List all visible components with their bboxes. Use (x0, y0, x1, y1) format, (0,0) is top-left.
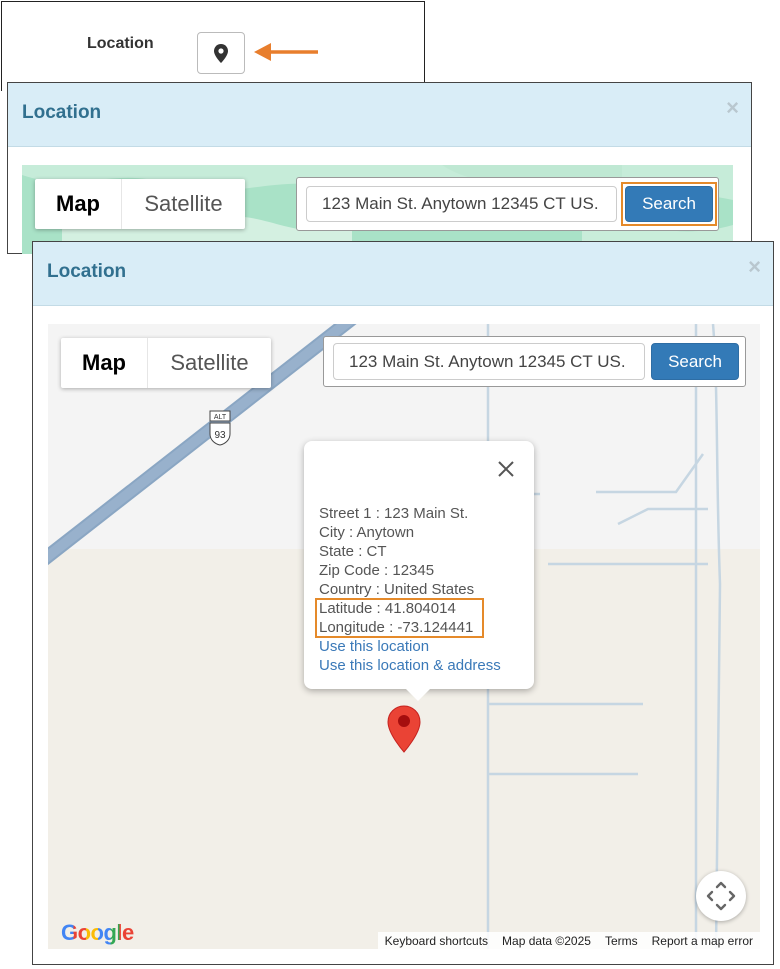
location-field-label: Location (87, 35, 154, 52)
map-marker-icon[interactable] (387, 705, 421, 753)
popup-address-details: Street 1 : 123 Main St. City : Anytown S… (319, 504, 501, 675)
move-arrows-icon (706, 881, 736, 911)
dialog-header: Location × (8, 83, 751, 147)
dialog-close-button[interactable]: × (748, 256, 761, 278)
map-attribution-bar: Keyboard shortcuts Map data ©2025 Terms … (377, 932, 760, 949)
search-button[interactable]: Search (625, 186, 713, 222)
popup-close-icon[interactable] (497, 460, 515, 478)
dialog-title: Location (47, 261, 127, 282)
route-shield-number: 93 (214, 430, 226, 441)
dialog-header: Location × (33, 242, 773, 306)
address-info-popup: Street 1 : 123 Main St. City : Anytown S… (304, 441, 534, 701)
callout-arrow-icon (254, 43, 318, 61)
terms-link[interactable]: Terms (598, 932, 645, 949)
map-type-satellite[interactable]: Satellite (122, 179, 245, 229)
report-map-error-link[interactable]: Report a map error (645, 932, 760, 949)
popup-state: State : CT (319, 543, 387, 560)
map-type-satellite[interactable]: Satellite (148, 338, 271, 388)
google-logo-text: Google (61, 920, 134, 945)
lat-long-highlight-box (315, 598, 484, 638)
use-location-address-link[interactable]: Use this location & address (319, 656, 501, 675)
location-field-panel: Location (1, 1, 425, 91)
map-type-control: Map Satellite (35, 179, 245, 229)
popup-city: City : Anytown (319, 524, 415, 541)
map-pan-control[interactable] (696, 871, 746, 921)
location-picker-button[interactable] (197, 32, 245, 74)
popup-street: Street 1 : 123 Main St. (319, 505, 469, 522)
address-search-input[interactable]: 123 Main St. Anytown 12345 CT US. (306, 186, 617, 222)
map-type-map[interactable]: Map (61, 338, 148, 388)
popup-zip: Zip Code : 12345 (319, 562, 435, 579)
popup-tail (404, 687, 432, 701)
route-shield-alt: ALT (214, 414, 227, 421)
map-pin-icon (214, 43, 228, 63)
dialog-title: Location (22, 102, 102, 123)
search-box: 123 Main St. Anytown 12345 CT US. Search (323, 336, 746, 387)
route-shield-icon: ALT 93 (209, 410, 231, 446)
location-dialog-main: Location × ALT 93 Map Satellite 123 Main… (32, 241, 774, 965)
popup-country: Country : United States (319, 581, 475, 598)
map-data-text: Map data ©2025 (502, 934, 591, 948)
map-type-map[interactable]: Map (35, 179, 122, 229)
search-box: 123 Main St. Anytown 12345 CT US. Search (296, 177, 719, 231)
map-canvas[interactable]: ALT 93 Map Satellite 123 Main St. Anytow… (48, 324, 760, 949)
map-type-control: Map Satellite (61, 338, 271, 388)
address-search-input[interactable]: 123 Main St. Anytown 12345 CT US. (333, 343, 645, 380)
location-dialog-top: Location × Map Satellite 123 Main St. An… (7, 82, 752, 254)
keyboard-shortcuts-link[interactable]: Keyboard shortcuts (378, 932, 495, 949)
search-button[interactable]: Search (651, 343, 739, 380)
use-location-link[interactable]: Use this location (319, 637, 501, 656)
dialog-close-button[interactable]: × (726, 97, 739, 119)
google-logo: Google (61, 920, 134, 946)
